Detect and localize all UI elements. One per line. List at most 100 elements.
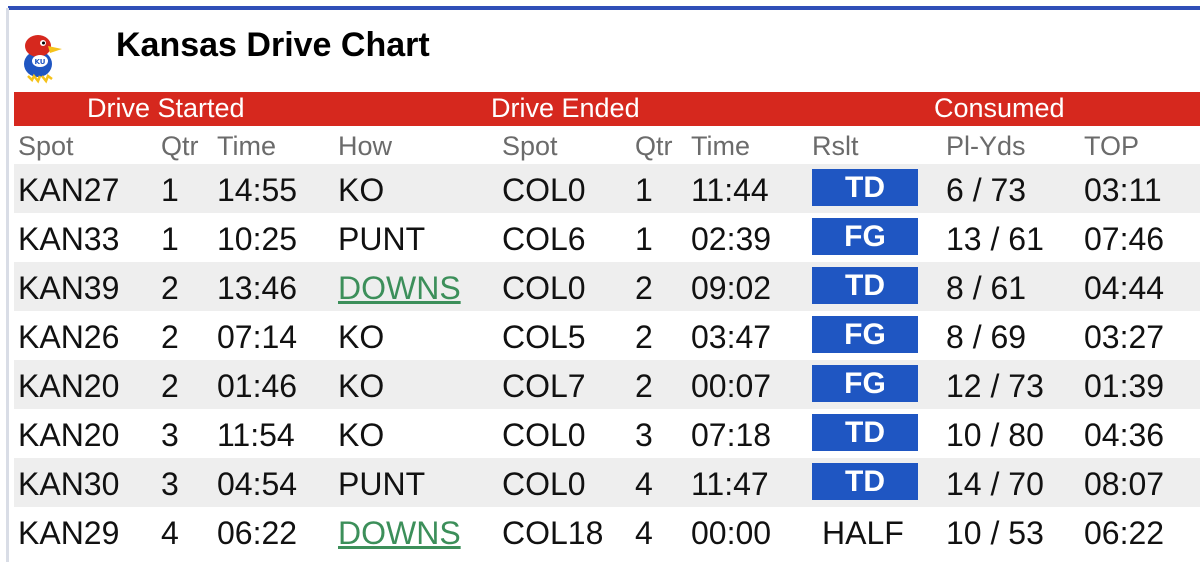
col-how: How <box>338 131 393 161</box>
cell-qtr: 2 <box>161 319 179 355</box>
cell-spot: KAN20 <box>18 417 120 453</box>
cell-end-qtr: 2 <box>635 368 653 404</box>
col-qtr: Qtr <box>161 131 199 161</box>
col-top: TOP <box>1084 131 1140 161</box>
cell-time: 04:54 <box>217 466 298 502</box>
cell-time: 14:55 <box>217 172 298 208</box>
table-row: KAN29 4 06:22 DOWNS COL18 4 00:00 HALF 1… <box>14 507 1200 556</box>
cell-end-qtr: 1 <box>635 221 653 257</box>
col-end-spot: Spot <box>502 131 558 161</box>
top-accent-bar <box>0 0 1200 10</box>
cell-end-spot: COL0 <box>502 270 586 306</box>
cell-top: 08:07 <box>1084 466 1165 502</box>
cell-how: PUNT <box>338 466 426 502</box>
result-badge: TD <box>812 463 918 500</box>
cell-qtr: 3 <box>161 417 179 453</box>
cell-top: 06:22 <box>1084 515 1165 551</box>
cell-time: 06:22 <box>217 515 298 551</box>
group-header-row: Drive Started Drive Ended Consumed <box>14 92 1200 126</box>
cell-end-spot: COL6 <box>502 221 586 257</box>
cell-spot: KAN29 <box>18 515 120 551</box>
result-badge: TD <box>812 414 918 451</box>
cell-how: KO <box>338 319 385 355</box>
cell-end-qtr: 2 <box>635 319 653 355</box>
cell-pl-yds: 14 / 70 <box>946 466 1044 502</box>
result-badge: FG <box>812 316 918 353</box>
page-title: Kansas Drive Chart <box>116 26 430 64</box>
cell-spot: KAN30 <box>18 466 120 502</box>
cell-end-time: 00:00 <box>691 515 772 551</box>
cell-end-qtr: 2 <box>635 270 653 306</box>
cell-end-time: 07:18 <box>691 417 772 453</box>
cell-end-spot: COL0 <box>502 417 586 453</box>
cell-how-link[interactable]: DOWNS <box>338 270 461 307</box>
cell-pl-yds: 8 / 61 <box>946 270 1027 306</box>
cell-time: 01:46 <box>217 368 298 404</box>
cell-spot: KAN39 <box>18 270 120 306</box>
cell-pl-yds: 13 / 61 <box>946 221 1044 257</box>
cell-end-time: 03:47 <box>691 319 772 355</box>
cell-top: 07:46 <box>1084 221 1165 257</box>
column-header-row: Spot Qtr Time How Spot Qtr Time Rslt Pl-… <box>14 126 1200 164</box>
table-row: KAN20 3 11:54 KO COL0 3 07:18 TD 10 / 80… <box>14 409 1200 458</box>
cell-top: 03:11 <box>1084 172 1162 208</box>
cell-top: 03:27 <box>1084 319 1165 355</box>
group-consumed: Consumed <box>934 93 1065 123</box>
cell-spot: KAN26 <box>18 319 120 355</box>
cell-end-spot: COL18 <box>502 515 604 551</box>
table-row: KAN26 2 07:14 KO COL5 2 03:47 FG 8 / 69 … <box>14 311 1200 360</box>
result-badge: FG <box>812 218 918 255</box>
table-row: KAN33 1 10:25 PUNT COL6 1 02:39 FG 13 / … <box>14 213 1200 262</box>
cell-end-qtr: 3 <box>635 417 653 453</box>
col-time: Time <box>217 131 276 161</box>
group-drive-started: Drive Started <box>87 93 245 123</box>
cell-how-link[interactable]: DOWNS <box>338 515 461 552</box>
table-row: KAN20 2 01:46 KO COL7 2 00:07 FG 12 / 73… <box>14 360 1200 409</box>
col-spot: Spot <box>18 131 74 161</box>
cell-end-qtr: 4 <box>635 466 653 502</box>
cell-end-time: 11:44 <box>691 172 769 208</box>
cell-spot: KAN33 <box>18 221 120 257</box>
page-header: KU Kansas Drive Chart <box>0 8 1200 92</box>
cell-end-spot: COL5 <box>502 319 586 355</box>
cell-qtr: 1 <box>161 221 179 257</box>
svg-text:KU: KU <box>35 58 46 66</box>
result-badge: FG <box>812 365 918 402</box>
cell-how: KO <box>338 368 385 404</box>
cell-qtr: 4 <box>161 515 179 551</box>
cell-how: PUNT <box>338 221 426 257</box>
cell-end-spot: COL0 <box>502 172 586 208</box>
col-pl-yds: Pl-Yds <box>946 131 1026 161</box>
cell-pl-yds: 10 / 53 <box>946 515 1044 551</box>
cell-time: 10:25 <box>217 221 298 257</box>
cell-end-qtr: 4 <box>635 515 653 551</box>
cell-end-spot: COL0 <box>502 466 586 502</box>
cell-how: KO <box>338 172 385 208</box>
cell-pl-yds: 6 / 73 <box>946 172 1027 208</box>
cell-pl-yds: 12 / 73 <box>946 368 1044 404</box>
cell-end-time: 09:02 <box>691 270 772 306</box>
table-row: KAN27 1 14:55 KO COL0 1 11:44 TD 6 / 73 … <box>14 164 1200 213</box>
cell-top: 04:44 <box>1084 270 1165 306</box>
table-row: KAN30 3 04:54 PUNT COL0 4 11:47 TD 14 / … <box>14 458 1200 507</box>
cell-time: 07:14 <box>217 319 298 355</box>
cell-end-time: 11:47 <box>691 466 769 502</box>
cell-spot: KAN27 <box>18 172 120 208</box>
result-badge: TD <box>812 267 918 304</box>
col-rslt: Rslt <box>812 131 859 161</box>
result-badge: TD <box>812 169 918 206</box>
cell-result-text: HALF <box>822 515 904 551</box>
cell-top: 01:39 <box>1084 368 1165 404</box>
col-end-time: Time <box>691 131 750 161</box>
cell-time: 11:54 <box>217 417 295 453</box>
cell-qtr: 2 <box>161 270 179 306</box>
table-row: KAN39 2 13:46 DOWNS COL0 2 09:02 TD 8 / … <box>14 262 1200 311</box>
cell-pl-yds: 8 / 69 <box>946 319 1027 355</box>
cell-qtr: 2 <box>161 368 179 404</box>
jayhawk-logo-icon: KU <box>10 24 72 86</box>
col-end-qtr: Qtr <box>635 131 673 161</box>
cell-end-time: 00:07 <box>691 368 772 404</box>
cell-spot: KAN20 <box>18 368 120 404</box>
cell-end-spot: COL7 <box>502 368 586 404</box>
cell-end-time: 02:39 <box>691 221 772 257</box>
